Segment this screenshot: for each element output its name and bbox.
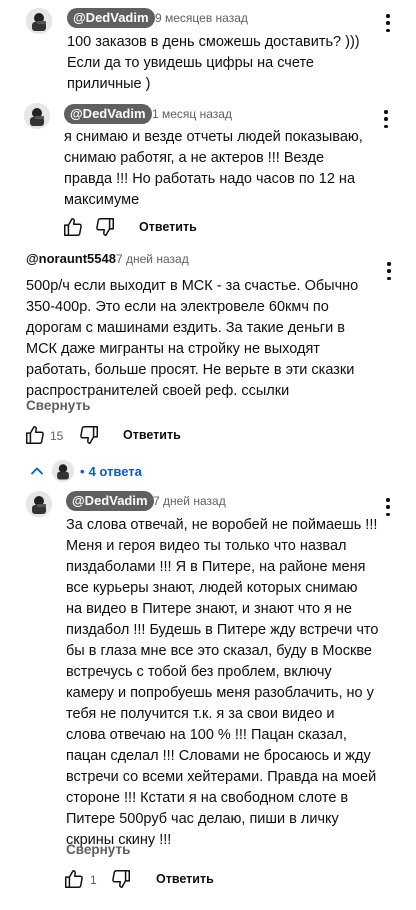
author-chip[interactable]: @DedVadim — [64, 104, 152, 124]
avatar[interactable] — [26, 491, 52, 517]
comment-text: За слова отвечай, не воробей не поймаешь… — [66, 517, 379, 848]
more-options-icon[interactable] — [383, 110, 389, 128]
more-options-icon[interactable] — [385, 498, 391, 516]
collapse-button[interactable]: Свернуть — [66, 841, 130, 859]
reply-button[interactable]: Ответить — [139, 218, 197, 236]
dislike-icon[interactable] — [94, 216, 116, 238]
user-avatar-icon — [26, 491, 52, 517]
reply-author-avatar — [52, 460, 74, 482]
dislike-icon[interactable] — [110, 868, 132, 890]
comment-time[interactable]: 7 дней назад — [153, 492, 226, 510]
avatar[interactable] — [26, 8, 52, 34]
comment-text: 500р/ч если выходит в МСК - за счастье. … — [26, 278, 359, 399]
replies-count[interactable]: 4 ответа — [89, 464, 142, 479]
comment-time[interactable]: 7 дней назад — [116, 250, 189, 268]
reply-button[interactable]: Ответить — [156, 870, 214, 888]
comment-text: 100 заказов в день сможешь доставить? ))… — [67, 34, 360, 92]
comment-author[interactable]: @noraunt5548 — [26, 250, 116, 268]
like-count: 1 — [90, 873, 97, 887]
reply-button[interactable]: Ответить — [123, 426, 181, 444]
comment-time[interactable]: 1 месяц назад — [152, 105, 232, 123]
avatar[interactable] — [24, 103, 50, 129]
user-avatar-icon — [24, 103, 50, 129]
bullet-separator: • — [80, 463, 85, 479]
more-options-icon[interactable] — [386, 262, 392, 280]
like-count: 15 — [50, 429, 64, 443]
replies-toggle[interactable]: • 4 ответа — [30, 459, 142, 483]
user-avatar-icon — [26, 8, 52, 34]
like-icon[interactable] — [62, 216, 84, 238]
author-chip[interactable]: @DedVadim — [66, 491, 154, 511]
author-chip[interactable]: @DedVadim — [67, 8, 155, 28]
dislike-icon[interactable] — [78, 424, 100, 446]
like-icon[interactable] — [63, 868, 85, 890]
comment-time[interactable]: 9 месяцев назад — [155, 9, 248, 27]
like-icon[interactable] — [24, 424, 46, 446]
chevron-up-icon — [31, 467, 43, 475]
comment-text: я снимаю и везде отчеты людей показываю,… — [64, 129, 363, 208]
collapse-button[interactable]: Свернуть — [26, 397, 90, 415]
more-options-icon[interactable] — [385, 14, 391, 32]
